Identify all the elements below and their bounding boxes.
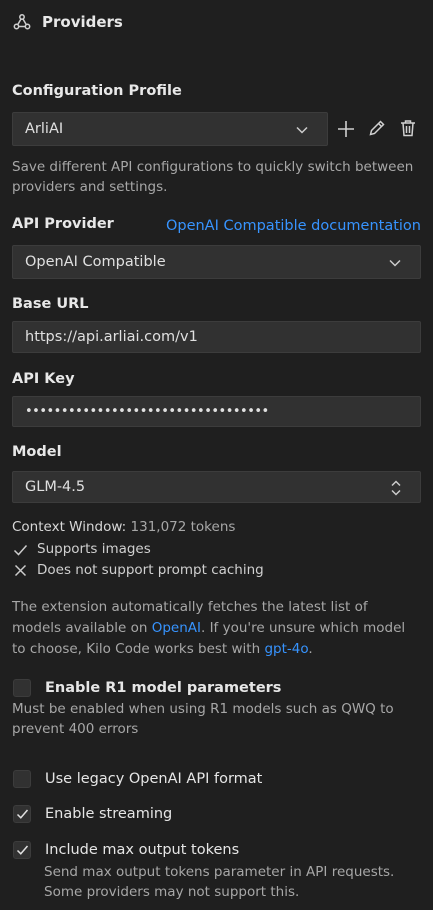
provider-select-value: OpenAI Compatible (25, 254, 166, 270)
max-tokens-help: Send max output tokens parameter in API … (44, 864, 395, 900)
prompt-caching-status: Does not support prompt caching (37, 562, 264, 578)
max-tokens-label[interactable]: Include max output tokens (45, 842, 239, 858)
r1-label[interactable]: Enable R1 model parameters (45, 680, 281, 696)
context-window: Context Window: 131,072 tokens (12, 519, 235, 535)
chevron-down-icon (295, 123, 309, 137)
context-window-value: 131,072 tokens (130, 519, 236, 535)
model-select-value: GLM-4.5 (25, 479, 86, 495)
add-icon[interactable] (336, 119, 356, 139)
edit-icon[interactable] (368, 119, 386, 137)
close-icon (14, 564, 27, 577)
openai-link[interactable]: OpenAI (152, 620, 201, 636)
streaming-checkbox[interactable] (13, 805, 31, 823)
delete-icon[interactable] (400, 119, 416, 137)
api-key-label: API Key (12, 371, 75, 387)
models-info-text-3: . (308, 641, 313, 657)
supports-images: Supports images (37, 541, 151, 557)
base-url-input[interactable]: https://api.arliai.com/v1 (12, 321, 421, 353)
model-label: Model (12, 444, 62, 460)
max-tokens-checkbox[interactable] (13, 841, 31, 859)
gpt-4o-link[interactable]: gpt-4o (264, 641, 308, 657)
profile-label: Configuration Profile (12, 83, 182, 99)
api-key-input[interactable]: •••••••••••••••••••••••••••••••••• (12, 396, 421, 427)
profile-select[interactable]: ArliAI (12, 112, 328, 146)
check-icon (13, 543, 28, 557)
model-select[interactable]: GLM-4.5 (12, 471, 421, 503)
profile-help: Save different API configurations to qui… (12, 159, 414, 195)
streaming-label[interactable]: Enable streaming (45, 806, 172, 822)
provider-label: API Provider (12, 216, 114, 232)
provider-select[interactable]: OpenAI Compatible (12, 245, 421, 279)
legacy-format-checkbox[interactable] (13, 770, 31, 788)
models-info: The extension automatically fetches the … (12, 597, 417, 660)
r1-help: Must be enabled when using R1 models suc… (12, 701, 394, 737)
profile-select-value: ArliAI (25, 121, 64, 137)
page-title: Providers (42, 13, 123, 31)
legacy-format-label[interactable]: Use legacy OpenAI API format (45, 771, 262, 787)
webhook-icon (12, 12, 32, 32)
r1-checkbox[interactable] (13, 679, 31, 697)
chevron-down-icon (388, 256, 402, 270)
base-url-label: Base URL (12, 296, 89, 312)
context-window-label: Context Window: (12, 519, 127, 535)
provider-doc-link[interactable]: OpenAI Compatible documentation (166, 218, 421, 234)
chevron-up-down-icon (390, 479, 402, 497)
check-icon (16, 808, 29, 820)
check-icon (16, 844, 29, 856)
